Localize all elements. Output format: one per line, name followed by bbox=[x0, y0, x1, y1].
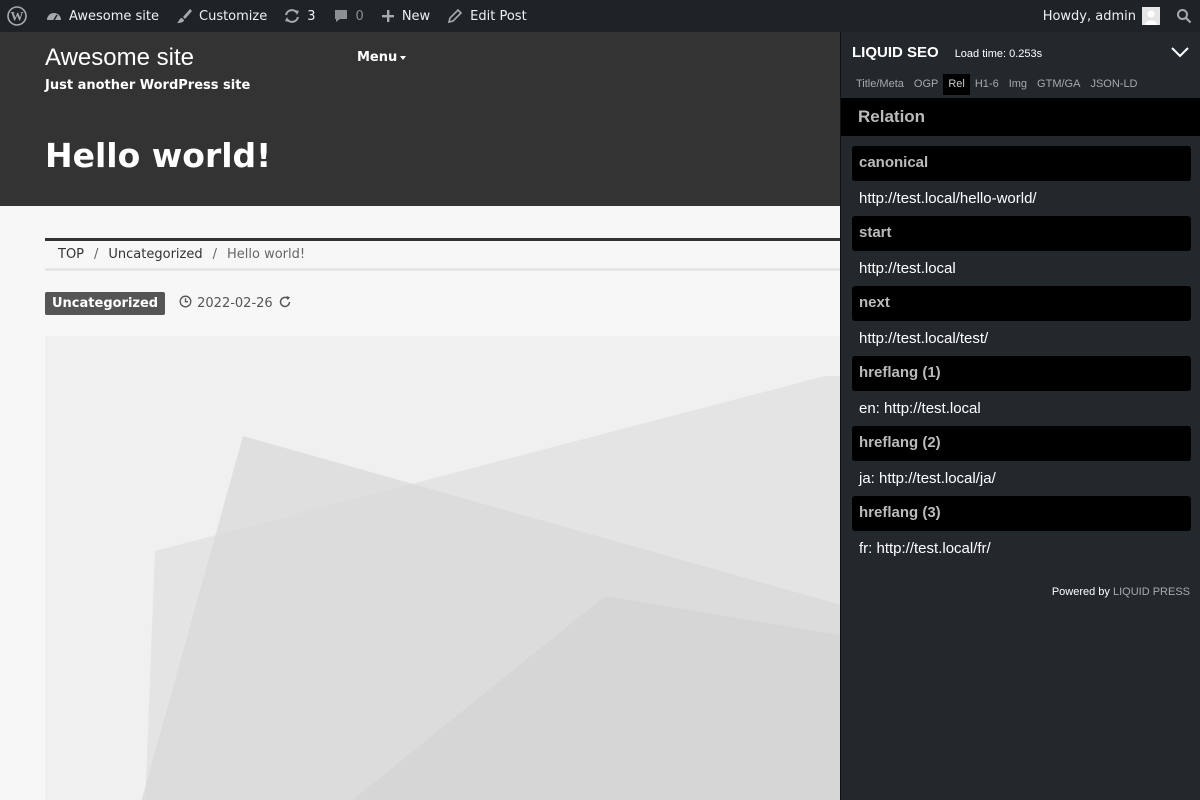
post-date: 2022-02-26 bbox=[179, 295, 292, 313]
seo-panel-header: LIQUID SEO Load time: 0.253s bbox=[852, 44, 1042, 61]
paintbrush-icon bbox=[175, 7, 193, 25]
admin-bar-secondary: Howdy, admin bbox=[1035, 0, 1200, 32]
seo-tabs: Title/Meta OGP Rel H1-6 Img GTM/GA JSON-… bbox=[851, 74, 1143, 95]
chevron-down-icon bbox=[1170, 44, 1190, 63]
relation-value: en: http://test.local bbox=[859, 400, 981, 417]
breadcrumb-separator: / bbox=[94, 247, 99, 262]
reload-icon bbox=[278, 295, 292, 313]
edit-post-label: Edit Post bbox=[470, 8, 527, 24]
relation-key: hreflang (2) bbox=[852, 426, 1191, 461]
seo-section-title: Relation bbox=[858, 107, 926, 126]
my-account-menu[interactable]: Howdy, admin bbox=[1035, 0, 1168, 32]
search-icon bbox=[1176, 8, 1192, 24]
tab-rel[interactable]: Rel bbox=[943, 74, 970, 95]
dashboard-icon bbox=[45, 7, 63, 25]
seo-section-header: Relation bbox=[841, 98, 1200, 136]
post-meta: Uncategorized 2022-02-26 bbox=[45, 292, 292, 315]
tab-title-meta[interactable]: Title/Meta bbox=[851, 74, 909, 95]
site-name-menu[interactable]: Awesome site bbox=[35, 0, 167, 32]
relation-key: start bbox=[852, 216, 1191, 251]
comments-count: 0 bbox=[355, 8, 364, 24]
menu-label: Menu bbox=[357, 50, 398, 65]
plus-icon bbox=[380, 8, 396, 24]
wp-logo-menu[interactable]: W bbox=[0, 0, 35, 32]
admin-bar: W Awesome site Customize 3 0 New Edit Po… bbox=[0, 0, 1200, 32]
comments-link[interactable]: 0 bbox=[324, 0, 372, 32]
caret-down-icon bbox=[400, 55, 407, 60]
relation-key: hreflang (3) bbox=[852, 496, 1191, 531]
customize-label: Customize bbox=[199, 8, 268, 24]
category-badge[interactable]: Uncategorized bbox=[45, 292, 166, 315]
updates-count: 3 bbox=[307, 8, 316, 24]
tab-h1-6[interactable]: H1-6 bbox=[970, 74, 1004, 95]
new-label: New bbox=[401, 8, 431, 24]
site-name-label: Awesome site bbox=[69, 8, 159, 24]
seo-load-time: Load time: 0.253s bbox=[954, 48, 1043, 60]
updates-link[interactable]: 3 bbox=[275, 0, 323, 32]
relation-value: http://test.local bbox=[859, 260, 956, 277]
wordpress-logo-icon: W bbox=[7, 6, 27, 26]
site-title[interactable]: Awesome site bbox=[45, 44, 194, 72]
powered-by-label: Powered by bbox=[1051, 586, 1110, 598]
seo-panel: LIQUID SEO Load time: 0.253s Title/Meta … bbox=[840, 32, 1200, 800]
breadcrumb: TOP / Uncategorized / Hello world! bbox=[45, 238, 845, 271]
comment-bubble-icon bbox=[332, 7, 350, 25]
tab-img[interactable]: Img bbox=[1004, 74, 1032, 95]
breadcrumb-separator: / bbox=[212, 247, 217, 262]
breadcrumb-current: Hello world! bbox=[227, 247, 306, 262]
relation-key: next bbox=[852, 286, 1191, 321]
pencil-icon bbox=[446, 7, 464, 25]
refresh-icon bbox=[283, 7, 301, 25]
relation-value: http://test.local/hello-world/ bbox=[859, 190, 1037, 207]
edit-post-link[interactable]: Edit Post bbox=[438, 0, 535, 32]
avatar bbox=[1142, 7, 1160, 25]
relation-list: canonical http://test.local/hello-world/… bbox=[852, 146, 1191, 566]
seo-collapse-button[interactable] bbox=[1170, 44, 1190, 63]
clock-icon bbox=[179, 295, 192, 312]
post-date-value: 2022-02-26 bbox=[197, 296, 273, 311]
search-button[interactable] bbox=[1168, 0, 1200, 32]
menu-button[interactable]: Menu bbox=[357, 50, 407, 65]
relation-key: hreflang (1) bbox=[852, 356, 1191, 391]
site-tagline: Just another WordPress site bbox=[45, 78, 251, 93]
breadcrumb-top-link[interactable]: TOP bbox=[58, 247, 84, 262]
featured-image bbox=[45, 336, 845, 800]
howdy-label: Howdy, admin bbox=[1042, 8, 1136, 24]
relation-value: ja: http://test.local/ja/ bbox=[859, 470, 996, 487]
seo-footer: Powered by LIQUID PRESS bbox=[1052, 586, 1190, 598]
customize-link[interactable]: Customize bbox=[167, 0, 275, 32]
liquid-press-link[interactable]: LIQUID PRESS bbox=[1113, 586, 1190, 598]
new-content-menu[interactable]: New bbox=[372, 0, 438, 32]
seo-brand: LIQUID SEO bbox=[852, 44, 939, 61]
page-title: Hello world! bbox=[45, 136, 272, 175]
tab-ogp[interactable]: OGP bbox=[909, 74, 943, 95]
tab-json-ld[interactable]: JSON-LD bbox=[1085, 74, 1142, 95]
relation-value: http://test.local/test/ bbox=[859, 330, 989, 347]
placeholder-image bbox=[45, 336, 845, 800]
tab-gtm-ga[interactable]: GTM/GA bbox=[1032, 74, 1085, 95]
relation-value: fr: http://test.local/fr/ bbox=[859, 540, 991, 557]
relation-key: canonical bbox=[852, 146, 1191, 181]
breadcrumb-category-link[interactable]: Uncategorized bbox=[108, 247, 202, 262]
svg-text:W: W bbox=[11, 9, 24, 24]
